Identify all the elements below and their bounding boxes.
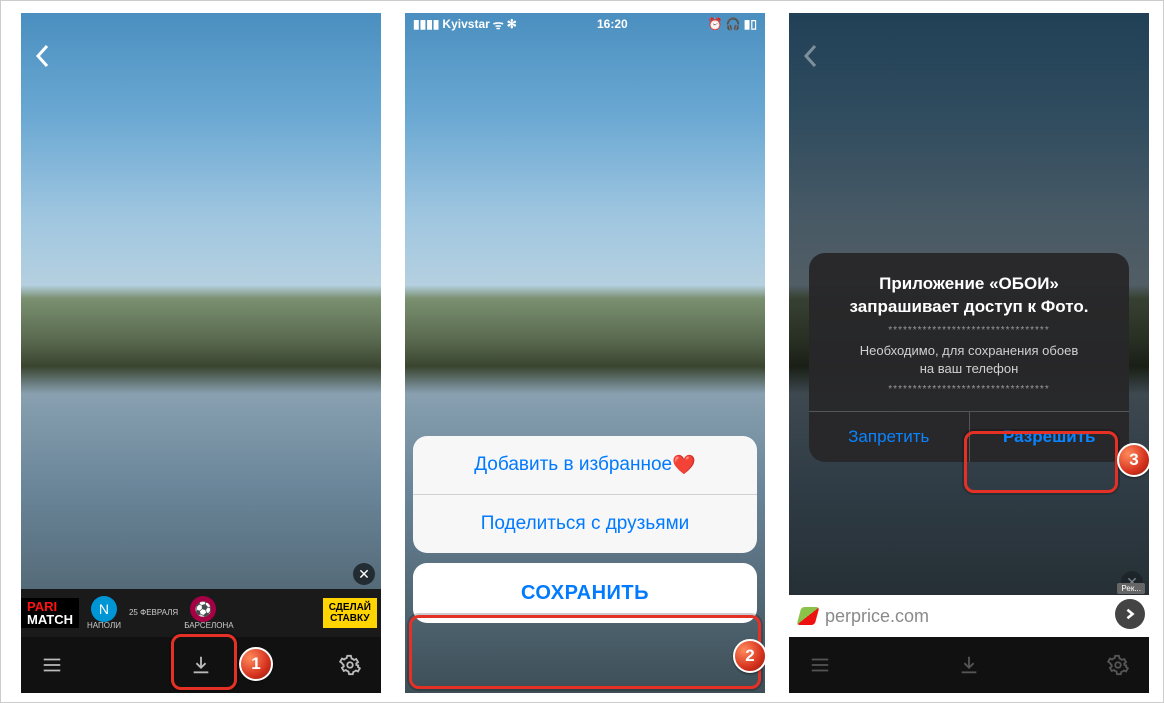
add-favorite-button[interactable]: Добавить в избранное❤️ <box>413 436 757 494</box>
team1-label: НАПОЛИ <box>85 622 123 630</box>
wifi-icon: ᯤ <box>493 16 504 33</box>
team2-label: БАРСЕЛОНА <box>184 622 233 630</box>
highlight-save <box>409 615 761 689</box>
clock-label: 16:20 <box>597 17 628 31</box>
carrier-label: Kyivstar <box>442 17 489 31</box>
callout-3: 3 <box>1117 443 1149 477</box>
heart-icon: ❤️ <box>672 453 696 477</box>
battery-icon: ▮▯ <box>744 17 757 31</box>
tutorial-image: ✕ PARIMATCH N НАПОЛИ 25 ФЕВРАЛЯ ⚽ БАРСЕЛ… <box>0 0 1164 703</box>
headphones-icon: 🎧 <box>726 17 741 31</box>
separator: ********************************* <box>823 384 1115 395</box>
alert-title: Приложение «ОБОИ»запрашивает доступ к Фо… <box>823 273 1115 319</box>
alarm-icon: ⏰ <box>708 17 723 31</box>
signal-icon: ▮▮▮▮ <box>413 17 439 31</box>
ad-cta[interactable]: СДЕЛАЙСТАВКУ <box>323 598 377 628</box>
team1-icon: N <box>91 596 117 622</box>
ad-banner[interactable]: PARIMATCH N НАПОЛИ 25 ФЕВРАЛЯ ⚽ БАРСЕЛОН… <box>21 589 381 637</box>
toolbar <box>789 637 1149 693</box>
ad-go-icon[interactable] <box>1115 599 1145 629</box>
match-date: 25 ФЕВРАЛЯ <box>129 609 178 617</box>
ad-brand: PARIMATCH <box>21 598 79 628</box>
menu-icon[interactable] <box>39 652 65 678</box>
ad-tag: Рек... <box>1117 583 1145 594</box>
screenshot-2: ▮▮▮▮Kyivstarᯤ✻ 16:20 ⏰🎧▮▯ Добавить в изб… <box>405 13 765 693</box>
back-button[interactable] <box>803 43 817 75</box>
menu-icon[interactable] <box>807 652 833 678</box>
status-bar: ▮▮▮▮Kyivstarᯤ✻ 16:20 ⏰🎧▮▯ <box>405 13 765 35</box>
ad-text: perprice.com <box>825 606 929 627</box>
settings-icon[interactable] <box>1105 652 1131 678</box>
download-icon[interactable] <box>956 652 982 678</box>
alert-description: Необходимо, для сохранения обоевна ваш т… <box>823 342 1115 378</box>
back-button[interactable] <box>35 43 49 75</box>
screenshot-3: Приложение «ОБОИ»запрашивает доступ к Фо… <box>789 13 1149 693</box>
save-button[interactable]: СОХРАНИТЬ <box>413 563 757 623</box>
ad-logo-icon <box>797 607 820 625</box>
close-ad-icon[interactable]: ✕ <box>353 563 375 585</box>
callout-2: 2 <box>733 639 765 673</box>
team2-icon: ⚽ <box>190 596 216 622</box>
callout-1: 1 <box>239 647 273 681</box>
separator: ********************************* <box>823 325 1115 336</box>
highlight-allow <box>964 431 1118 493</box>
screenshot-1: ✕ PARIMATCH N НАПОЛИ 25 ФЕВРАЛЯ ⚽ БАРСЕЛ… <box>21 13 381 693</box>
ad-banner[interactable]: perprice.com Рек... <box>789 595 1149 637</box>
deny-button[interactable]: Запретить <box>809 412 969 462</box>
settings-icon[interactable] <box>337 652 363 678</box>
action-sheet: Добавить в избранное❤️ Поделиться с друз… <box>413 436 757 623</box>
share-button[interactable]: Поделиться с друзьями <box>413 494 757 553</box>
highlight-download <box>171 634 237 690</box>
